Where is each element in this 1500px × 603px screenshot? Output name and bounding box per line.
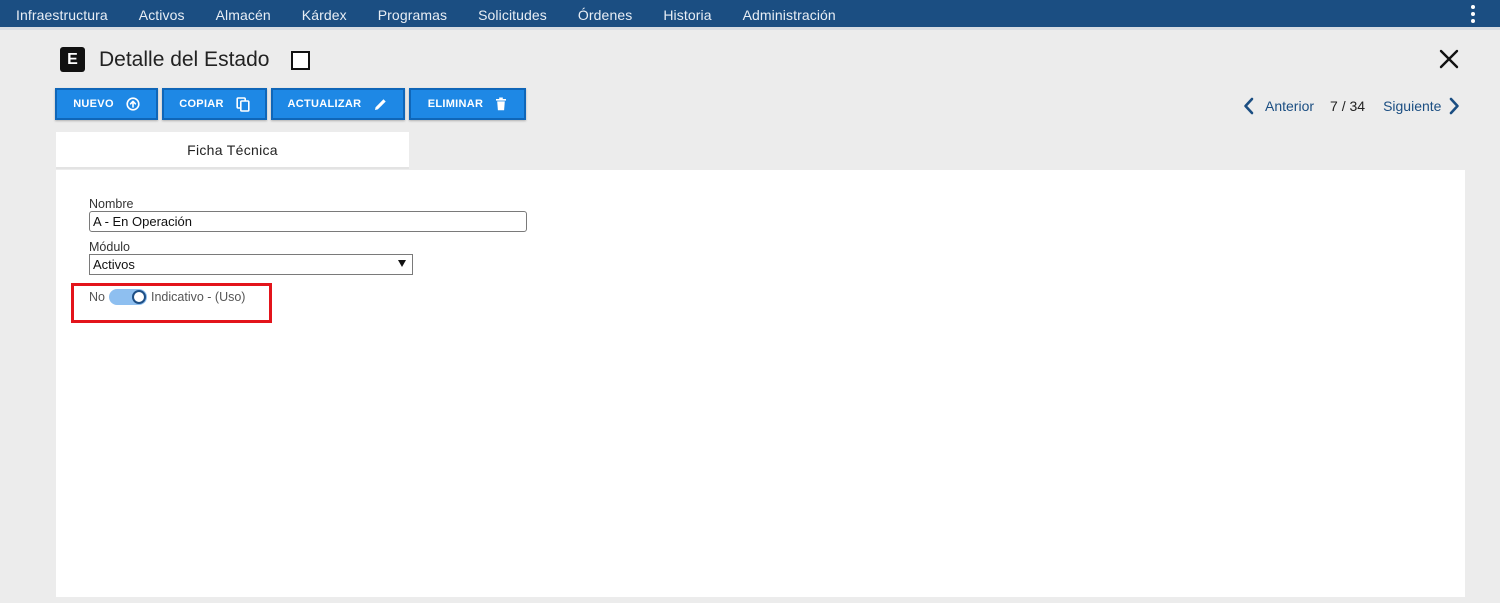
nav-item-historia[interactable]: Historia	[663, 7, 711, 23]
top-nav: Infraestructura Activos Almacén Kárdex P…	[0, 0, 1500, 30]
tab-ficha-tecnica[interactable]: Ficha Técnica	[56, 132, 409, 169]
action-toolbar: NUEVO COPIAR ACTUALIZAR ELIMINAR	[55, 88, 530, 120]
nav-item-ordenes[interactable]: Órdenes	[578, 7, 632, 23]
copiar-label: COPIAR	[179, 98, 224, 110]
nombre-input[interactable]: A - En Operación	[89, 211, 527, 232]
kebab-dot	[1471, 19, 1475, 23]
copiar-button[interactable]: COPIAR	[162, 88, 267, 120]
eliminar-button[interactable]: ELIMINAR	[409, 88, 526, 120]
nav-item-kardex[interactable]: Kárdex	[302, 7, 347, 23]
kebab-dot	[1471, 12, 1475, 16]
nav-item-programas[interactable]: Programas	[378, 7, 447, 23]
nombre-label: Nombre	[89, 197, 134, 211]
actualizar-label: ACTUALIZAR	[287, 98, 362, 110]
modulo-selected-value: Activos	[93, 257, 135, 272]
top-nav-items: Infraestructura Activos Almacén Kárdex P…	[16, 0, 867, 30]
nav-item-almacen[interactable]: Almacén	[216, 7, 271, 23]
toggle-on-label: Indicativo - (Uso)	[150, 290, 246, 304]
copy-icon	[236, 96, 250, 112]
modulo-label: Módulo	[89, 240, 130, 254]
close-icon[interactable]	[1437, 47, 1461, 71]
nav-item-administracion[interactable]: Administración	[743, 7, 836, 23]
eliminar-label: ELIMINAR	[427, 98, 484, 110]
page-title: Detalle del Estado	[99, 48, 270, 71]
next-link[interactable]: Siguiente	[1383, 98, 1441, 114]
nav-item-activos[interactable]: Activos	[139, 7, 185, 23]
toggle-knob	[131, 290, 146, 304]
form-panel: Nombre A - En Operación Módulo Activos N…	[56, 170, 1465, 597]
record-counter: 7 / 34	[1330, 98, 1366, 114]
nuevo-label: NUEVO	[73, 98, 114, 110]
nuevo-button[interactable]: NUEVO	[55, 88, 158, 120]
kebab-dot	[1471, 5, 1475, 9]
modulo-select[interactable]: Activos	[89, 254, 413, 275]
circle-arrow-up-icon	[126, 97, 140, 111]
maximize-checkbox[interactable]	[291, 51, 310, 70]
nav-item-infraestructura[interactable]: Infraestructura	[16, 7, 108, 23]
nav-item-solicitudes[interactable]: Solicitudes	[478, 7, 547, 23]
chevron-left-icon[interactable]	[1242, 96, 1256, 116]
previous-link[interactable]: Anterior	[1265, 98, 1314, 114]
trash-icon	[496, 97, 507, 111]
toggle-off-label: No	[89, 290, 105, 304]
pencil-icon	[375, 98, 387, 110]
indicativo-toggle[interactable]	[108, 289, 147, 305]
indicativo-toggle-row: No Indicativo - (Uso)	[89, 289, 245, 305]
dropdown-arrow-icon	[398, 260, 406, 267]
entity-logo: E	[60, 47, 85, 72]
chevron-right-icon[interactable]	[1447, 96, 1461, 116]
kebab-menu-icon[interactable]	[1470, 5, 1476, 23]
actualizar-button[interactable]: ACTUALIZAR	[271, 88, 405, 120]
record-pager: Anterior 7 / 34 Siguiente	[1242, 96, 1461, 116]
